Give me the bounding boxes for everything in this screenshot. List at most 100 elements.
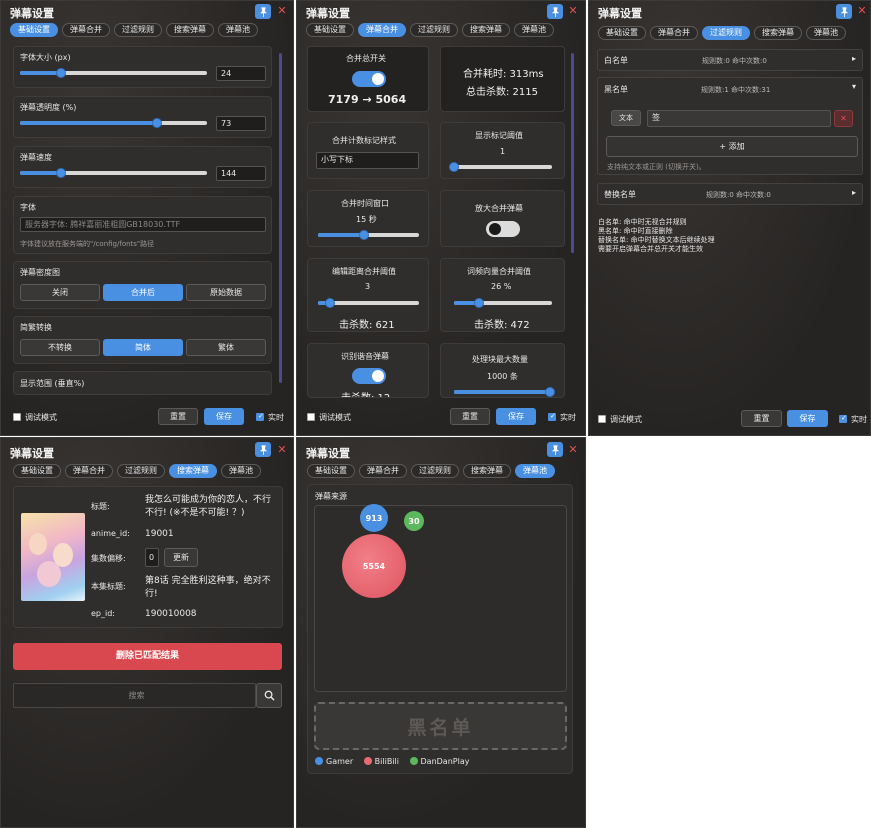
chunk-slider[interactable] xyxy=(454,387,556,397)
pin-icon[interactable] xyxy=(547,4,563,19)
tab-merge[interactable]: 弹幕合并 xyxy=(65,464,113,478)
tab-merge[interactable]: 弹幕合并 xyxy=(358,23,406,37)
tab-basic[interactable]: 基础设置 xyxy=(306,23,354,37)
close-icon[interactable]: ✕ xyxy=(566,4,580,18)
density-merged-button[interactable]: 合并后 xyxy=(103,284,183,301)
debug-checkbox[interactable] xyxy=(307,413,315,421)
pin-icon[interactable] xyxy=(255,442,271,457)
font-size-input[interactable]: 24 xyxy=(216,66,266,81)
speed-slider[interactable] xyxy=(20,168,207,178)
tab-pool[interactable]: 弹幕池 xyxy=(221,464,261,478)
tab-filter[interactable]: 过滤规则 xyxy=(411,464,459,478)
tab-basic[interactable]: 基础设置 xyxy=(13,464,61,478)
convert-none-button[interactable]: 不转换 xyxy=(20,339,100,356)
debug-checkbox[interactable] xyxy=(13,413,21,421)
add-rule-button[interactable]: + 添加 xyxy=(606,136,858,157)
realtime-checkbox[interactable]: ✓ xyxy=(548,412,556,421)
title-value: 我怎么可能成为你的恋人，不行不行! (※不是不可能! ？) xyxy=(145,495,272,518)
search-button[interactable] xyxy=(256,683,282,708)
save-button[interactable]: 保存 xyxy=(204,408,244,425)
tab-pool[interactable]: 弹幕池 xyxy=(218,23,258,37)
tab-pool[interactable]: 弹幕池 xyxy=(514,23,554,37)
blacklist-dropzone[interactable]: 黑名单 xyxy=(314,702,567,750)
reset-button[interactable]: 重置 xyxy=(158,408,198,425)
reset-button[interactable]: 重置 xyxy=(450,408,490,425)
rule-delete-button[interactable]: ✕ xyxy=(834,110,853,127)
tab-search[interactable]: 搜索弹幕 xyxy=(169,464,217,478)
tab-filter[interactable]: 过滤规则 xyxy=(702,26,750,40)
scrollbar[interactable] xyxy=(279,53,282,383)
tab-search[interactable]: 搜索弹幕 xyxy=(166,23,214,37)
merge-master-toggle[interactable] xyxy=(352,71,386,87)
pinyin-toggle[interactable] xyxy=(352,368,386,384)
vector-slider[interactable] xyxy=(454,298,552,308)
save-button[interactable]: 保存 xyxy=(496,408,536,425)
search-icon xyxy=(264,690,275,701)
tab-basic[interactable]: 基础设置 xyxy=(10,23,58,37)
speed-input[interactable]: 144 xyxy=(216,166,266,181)
offset-input[interactable]: 0 xyxy=(145,548,159,567)
tab-filter[interactable]: 过滤规则 xyxy=(114,23,162,37)
close-icon[interactable]: ✕ xyxy=(855,4,869,18)
tab-filter[interactable]: 过滤规则 xyxy=(117,464,165,478)
close-icon[interactable]: ✕ xyxy=(275,4,289,18)
mark-style-select[interactable]: 小写下标 xyxy=(316,152,419,169)
chunk-label: 处理块最大数量 xyxy=(472,355,528,364)
tab-merge[interactable]: 弹幕合并 xyxy=(650,26,698,40)
tab-search[interactable]: 搜索弹幕 xyxy=(462,23,510,37)
tab-search[interactable]: 搜索弹幕 xyxy=(754,26,802,40)
enlarge-toggle[interactable] xyxy=(486,221,520,237)
search-input[interactable]: 搜索 xyxy=(13,683,256,708)
bubble-gamer[interactable]: 913 xyxy=(360,504,388,532)
tab-pool[interactable]: 弹幕池 xyxy=(515,464,555,478)
tab-basic[interactable]: 基础设置 xyxy=(598,26,646,40)
opacity-slider[interactable] xyxy=(20,118,207,128)
tab-merge[interactable]: 弹幕合并 xyxy=(62,23,110,37)
font-card: 字体 服务器字体: 腾祥嘉丽准粗圆GB18030.TTF 字体建议放在服务端的"… xyxy=(13,196,272,254)
tab-pool[interactable]: 弹幕池 xyxy=(806,26,846,40)
rule-input[interactable]: 签 xyxy=(647,110,831,127)
blacklist-label: 黑名单 xyxy=(604,85,628,94)
density-off-button[interactable]: 关闭 xyxy=(20,284,100,301)
edit-distance-label: 编辑距离合并阈值 xyxy=(332,267,396,276)
rule-type-button[interactable]: 文本 xyxy=(611,110,641,126)
delete-matched-button[interactable]: 删除已匹配结果 xyxy=(13,643,282,670)
reset-button[interactable]: 重置 xyxy=(741,410,782,427)
bubble-bilibili[interactable]: 5554 xyxy=(342,534,406,598)
scrollbar[interactable] xyxy=(571,53,574,253)
close-icon[interactable]: ✕ xyxy=(275,443,289,457)
convert-traditional-button[interactable]: 繁体 xyxy=(186,339,266,356)
font-input[interactable]: 服务器字体: 腾祥嘉丽准粗圆GB18030.TTF xyxy=(20,217,266,232)
font-size-slider[interactable] xyxy=(20,68,207,78)
tab-basic[interactable]: 基础设置 xyxy=(307,464,355,478)
save-button[interactable]: 保存 xyxy=(787,410,828,427)
pin-icon[interactable] xyxy=(547,442,563,457)
close-icon[interactable]: ✕ xyxy=(566,443,580,457)
tab-filter[interactable]: 过滤规则 xyxy=(410,23,458,37)
density-raw-button[interactable]: 原始数据 xyxy=(186,284,266,301)
realtime-checkbox[interactable]: ✓ xyxy=(839,414,847,423)
bubble-dandanplay[interactable]: 30 xyxy=(404,511,424,531)
edit-distance-slider[interactable] xyxy=(318,298,419,308)
merge-total-kills: 总击杀数: 2115 xyxy=(466,87,538,98)
chevron-down-icon[interactable]: ▾ xyxy=(852,82,856,91)
enlarge-label: 放大合并弹幕 xyxy=(475,204,523,213)
opacity-input[interactable]: 73 xyxy=(216,116,266,131)
time-window-slider[interactable] xyxy=(318,230,419,240)
bubble-area xyxy=(314,505,567,692)
pin-icon[interactable] xyxy=(836,4,852,19)
debug-checkbox[interactable] xyxy=(598,415,606,423)
whitelist-row[interactable]: 白名单 规则数:0 命中次数:0 ▸ xyxy=(597,49,863,71)
realtime-checkbox[interactable]: ✓ xyxy=(256,412,264,421)
window-title: 弹幕设置 xyxy=(306,7,350,20)
update-button[interactable]: 更新 xyxy=(164,548,198,567)
tab-search[interactable]: 搜索弹幕 xyxy=(463,464,511,478)
tab-merge[interactable]: 弹幕合并 xyxy=(359,464,407,478)
pinyin-label: 识别谐音弹幕 xyxy=(341,352,389,361)
pin-icon[interactable] xyxy=(255,4,271,19)
source-label: 弹幕来源 xyxy=(315,492,347,501)
convert-simplified-button[interactable]: 简体 xyxy=(103,339,183,356)
mark-threshold-slider[interactable] xyxy=(449,162,552,172)
replace-row[interactable]: 替换名单 规则数:0 命中次数:0 ▸ xyxy=(597,183,863,205)
mark-threshold-card: 显示标记阈值 1 xyxy=(440,122,565,179)
